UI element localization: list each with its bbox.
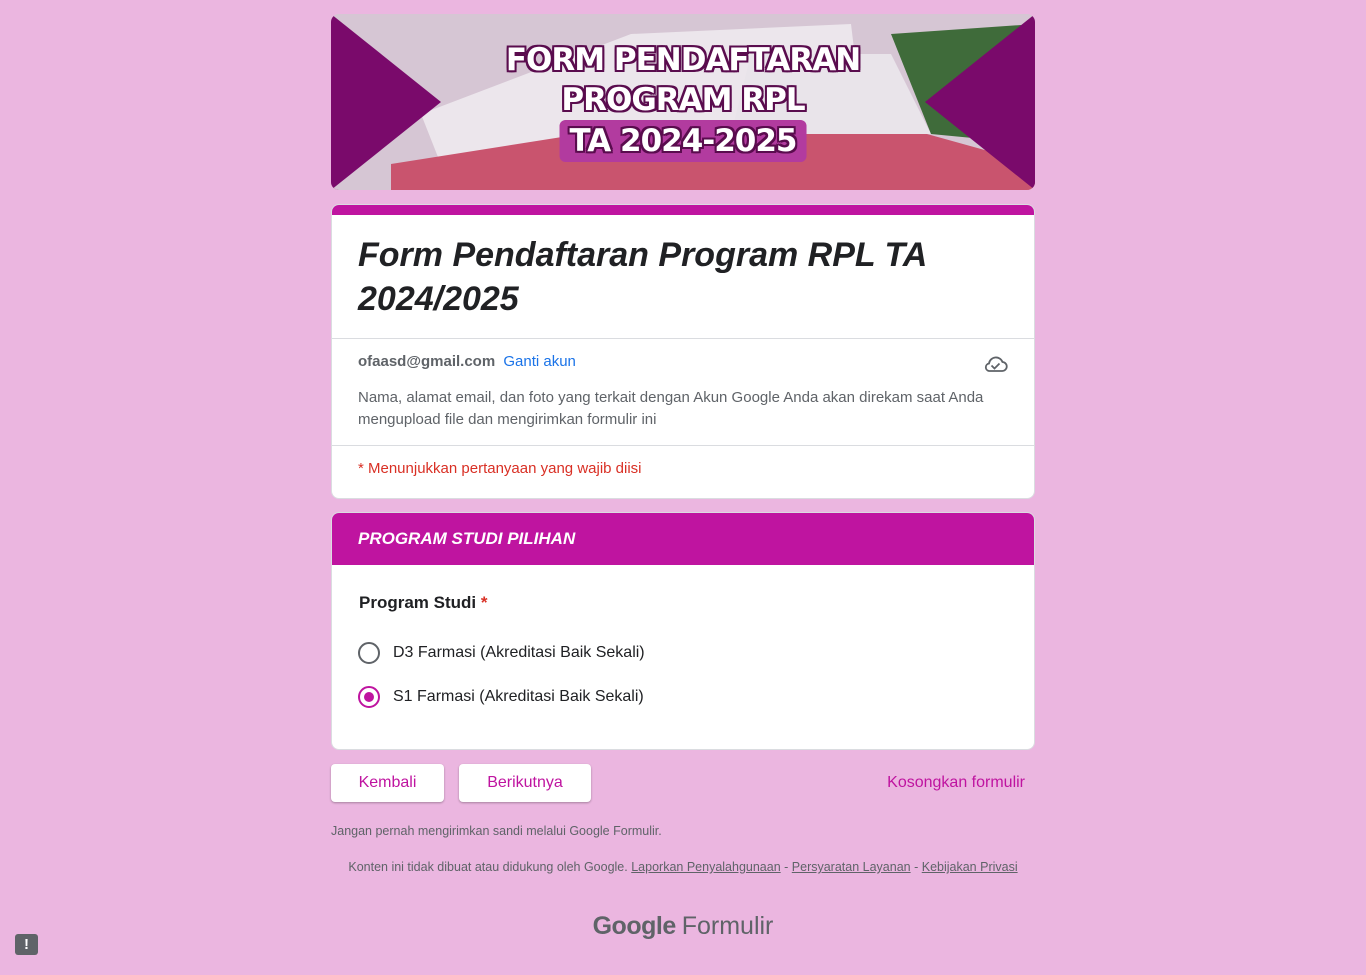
question-text: Program Studi xyxy=(359,593,477,612)
terms-link[interactable]: Persyaratan Layanan xyxy=(792,860,911,874)
radio-option-s1[interactable]: S1 Farmasi (Akreditasi Baik Sekali) xyxy=(332,675,1034,719)
radio-button-selected[interactable] xyxy=(358,686,380,708)
next-button[interactable]: Berikutnya xyxy=(459,764,591,802)
banner-line-3: TA 2024-2025 xyxy=(569,123,798,159)
banner-line-3-badge: TA 2024-2025 xyxy=(559,120,807,162)
feedback-icon[interactable]: ! xyxy=(15,934,38,955)
footer-separator: - xyxy=(910,860,922,874)
report-abuse-link[interactable]: Laporkan Penyalahgunaan xyxy=(631,860,780,874)
account-email: ofaasd@gmail.com xyxy=(358,353,496,370)
footer-disclaimer: Konten ini tidak dibuat atau didukung ol… xyxy=(331,859,1035,875)
disclaimer-text: Konten ini tidak dibuat atau didukung ol… xyxy=(348,860,628,874)
footer-separator: - xyxy=(780,860,792,874)
password-warning: Jangan pernah mengirimkan sandi melalui … xyxy=(331,824,662,838)
question-label: Program Studi * xyxy=(359,593,1034,613)
privacy-notice: Nama, alamat email, dan foto yang terkai… xyxy=(358,389,984,428)
section-card: PROGRAM STUDI PILIHAN Program Studi * D3… xyxy=(331,512,1035,750)
section-title: PROGRAM STUDI PILIHAN xyxy=(332,513,1034,565)
banner-line-2: PROGRAM RPL xyxy=(561,82,805,118)
google-forms-logo[interactable]: Google Formulir xyxy=(0,912,1366,941)
radio-button[interactable] xyxy=(358,642,380,664)
form-title: Form Pendaftaran Program RPL TA 2024/202… xyxy=(358,236,927,318)
banner-line-1: FORM PENDAFTARAN xyxy=(505,42,861,78)
switch-account-link[interactable]: Ganti akun xyxy=(503,353,576,370)
title-card-accent-bar xyxy=(332,205,1034,215)
form-title-card: Form Pendaftaran Program RPL TA 2024/202… xyxy=(331,204,1035,499)
back-button[interactable]: Kembali xyxy=(331,764,444,802)
radio-option-d3[interactable]: D3 Farmasi (Akreditasi Baik Sekali) xyxy=(332,631,1034,675)
cloud-check-icon xyxy=(983,354,1008,378)
radio-group: D3 Farmasi (Akreditasi Baik Sekali) S1 F… xyxy=(332,631,1034,719)
privacy-link[interactable]: Kebijakan Privasi xyxy=(922,860,1018,874)
clear-form-button[interactable]: Kosongkan formulir xyxy=(887,764,1025,802)
brand-product: Formulir xyxy=(681,912,774,940)
required-mark: * xyxy=(480,593,488,612)
header-banner-image: FORM PENDAFTARAN PROGRAM RPL TA 2024-202… xyxy=(331,14,1035,190)
brand-google: Google xyxy=(592,912,677,940)
account-row: ofaasd@gmail.com Ganti akun xyxy=(332,339,1034,379)
radio-option-label: S1 Farmasi (Akreditasi Baik Sekali) xyxy=(393,688,644,705)
required-note: * Menunjukkan pertanyaan yang wajib diis… xyxy=(358,460,642,477)
radio-option-label: D3 Farmasi (Akreditasi Baik Sekali) xyxy=(393,644,645,661)
